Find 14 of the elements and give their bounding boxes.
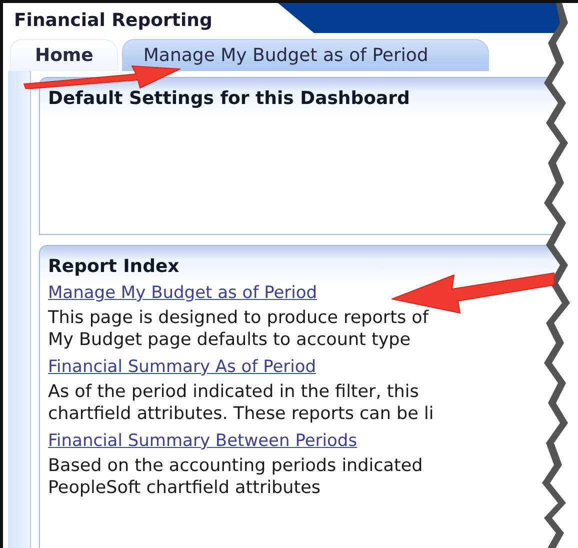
report-link[interactable]: Financial Summary Between Periods [48, 431, 358, 451]
panel-title: Default Settings for this Dashboard [48, 88, 410, 109]
report-description: chartfield attributes. These reports can be li [48, 403, 434, 425]
report-description: Based on the accounting periods indicated [48, 455, 423, 477]
report-description: As of the period indicated in the filter, this [48, 381, 419, 403]
tab[interactable]: Home [10, 39, 118, 71]
window-title: Financial Reporting [14, 10, 212, 30]
report-description: My Budget page defaults to account type [48, 329, 411, 351]
report-description: This page is designed to produce reports of [48, 307, 429, 329]
panel-title: Report Index [48, 256, 180, 277]
report-link[interactable]: Manage My Budget as of Period [48, 283, 318, 303]
report-link[interactable]: Financial Summary As of Period [48, 357, 316, 377]
tab[interactable]: Manage My Budget as of Period [122, 39, 490, 71]
report-description: PeopleSoft chartfield attributes [48, 477, 320, 499]
